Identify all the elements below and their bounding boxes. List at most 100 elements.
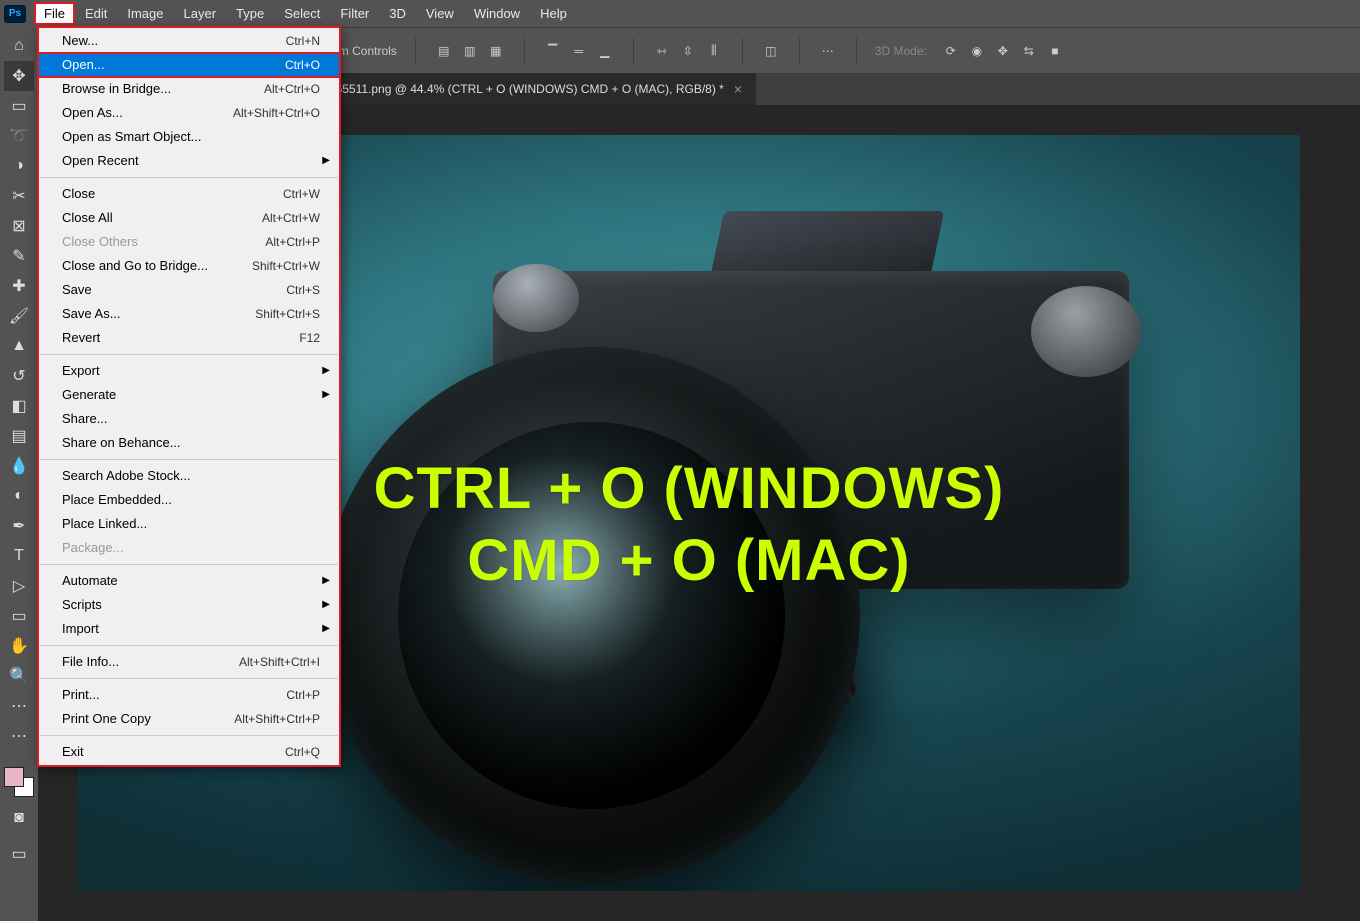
menu-item-automate[interactable]: Automate▶	[38, 569, 340, 593]
distribute-h-icon[interactable]: ⇿	[652, 41, 672, 61]
menu-item-browse-in-bridge[interactable]: Browse in Bridge...Alt+Ctrl+O	[38, 77, 340, 101]
menu-filter[interactable]: Filter	[330, 2, 379, 25]
3d-slide-icon[interactable]: ⇆	[1019, 41, 1039, 61]
menu-edit[interactable]: Edit	[75, 2, 117, 25]
menu-item-revert[interactable]: RevertF12	[38, 326, 340, 350]
menu-item-label: Open Recent	[62, 152, 139, 170]
edit-toolbar-icon[interactable]: ⋯	[4, 721, 34, 751]
menu-item-label: Print...	[62, 686, 100, 704]
menu-item-new[interactable]: New...Ctrl+N	[38, 29, 340, 53]
menu-window[interactable]: Window	[464, 2, 530, 25]
eraser-tool-icon[interactable]: ◧	[4, 391, 34, 421]
gradient-tool-icon[interactable]: ▤	[4, 421, 34, 451]
menu-item-open-recent[interactable]: Open Recent▶	[38, 149, 340, 173]
history-brush-tool-icon[interactable]: ↺	[4, 361, 34, 391]
menu-type[interactable]: Type	[226, 2, 274, 25]
align-bottom-icon[interactable]: ▁	[595, 41, 615, 61]
align-left-icon[interactable]: ▤	[434, 41, 454, 61]
menu-image[interactable]: Image	[117, 2, 173, 25]
align-center-h-icon[interactable]: ▥	[460, 41, 480, 61]
menu-item-search-adobe-stock[interactable]: Search Adobe Stock...	[38, 464, 340, 488]
menu-item-exit[interactable]: ExitCtrl+Q	[38, 740, 340, 764]
eyedropper-tool-icon[interactable]: ✎	[4, 241, 34, 271]
3d-roll-icon[interactable]: ◉	[967, 41, 987, 61]
menu-help[interactable]: Help	[530, 2, 577, 25]
brush-tool-icon[interactable]: 🖌	[4, 301, 34, 331]
align-top-icon[interactable]: ▔	[543, 41, 563, 61]
rectangle-tool-icon[interactable]: ▭	[4, 601, 34, 631]
crop-tool-icon[interactable]: ✂	[4, 181, 34, 211]
zoom-tool-icon[interactable]: 🔍	[4, 661, 34, 691]
menu-item-open-as[interactable]: Open As...Alt+Shift+Ctrl+O	[38, 101, 340, 125]
3d-zoom-icon[interactable]: ■	[1045, 41, 1065, 61]
type-tool-icon[interactable]: T	[4, 541, 34, 571]
menu-item-save-as[interactable]: Save As...Shift+Ctrl+S	[38, 302, 340, 326]
path-select-tool-icon[interactable]: ▷	[4, 571, 34, 601]
align-to-icon[interactable]: ◫	[761, 41, 781, 61]
menu-file[interactable]: File	[34, 2, 75, 25]
menu-item-label: Generate	[62, 386, 116, 404]
menu-item-shortcut: Ctrl+Q	[285, 743, 320, 761]
menu-view[interactable]: View	[416, 2, 464, 25]
foreground-swatch[interactable]	[4, 767, 24, 787]
menu-item-export[interactable]: Export▶	[38, 359, 340, 383]
menu-item-label: Revert	[62, 329, 100, 347]
quick-mask-icon[interactable]: ◙	[4, 803, 34, 833]
3d-mode-label: 3D Mode:	[875, 44, 927, 58]
menu-item-close-all[interactable]: Close AllAlt+Ctrl+W	[38, 206, 340, 230]
home-icon[interactable]: ⌂	[4, 31, 34, 61]
move-tool-icon[interactable]: ✥	[4, 61, 34, 91]
menu-item-open-as-smart-object[interactable]: Open as Smart Object...	[38, 125, 340, 149]
menu-item-shortcut: Ctrl+P	[286, 686, 320, 704]
align-right-icon[interactable]: ▦	[486, 41, 506, 61]
hand-tool-icon[interactable]: ✋	[4, 631, 34, 661]
menu-layer[interactable]: Layer	[174, 2, 227, 25]
blur-tool-icon[interactable]: 💧	[4, 451, 34, 481]
distribute-spacing-icon[interactable]: ⫼	[704, 41, 724, 61]
menu-item-import[interactable]: Import▶	[38, 617, 340, 641]
menu-item-print[interactable]: Print... Ctrl+P	[38, 683, 340, 707]
menu-item-place-embedded[interactable]: Place Embedded...	[38, 488, 340, 512]
menu-3d[interactable]: 3D	[379, 2, 416, 25]
menu-item-label: Automate	[62, 572, 118, 590]
menu-item-share[interactable]: Share...	[38, 407, 340, 431]
marquee-tool-icon[interactable]: ▭	[4, 91, 34, 121]
menu-item-generate[interactable]: Generate▶	[38, 383, 340, 407]
menu-item-shortcut: Alt+Shift+Ctrl+I	[239, 653, 320, 671]
menu-item-place-linked[interactable]: Place Linked...	[38, 512, 340, 536]
menu-item-close[interactable]: CloseCtrl+W	[38, 182, 340, 206]
3d-orbit-icon[interactable]: ⟳	[941, 41, 961, 61]
menu-item-close-and-go-to-bridge[interactable]: Close and Go to Bridge...Shift+Ctrl+W	[38, 254, 340, 278]
menu-item-print-one-copy[interactable]: Print One CopyAlt+Shift+Ctrl+P	[38, 707, 340, 731]
distribute-v-icon[interactable]: ⇳	[678, 41, 698, 61]
screen-mode-icon[interactable]: ▭	[4, 839, 34, 869]
3d-pan-icon[interactable]: ✥	[993, 41, 1013, 61]
menu-item-file-info[interactable]: File Info...Alt+Shift+Ctrl+I	[38, 650, 340, 674]
more-tools-icon[interactable]: ⋯	[4, 691, 34, 721]
align-center-v-icon[interactable]: ═	[569, 41, 589, 61]
menu-select[interactable]: Select	[274, 2, 330, 25]
color-swatches[interactable]	[4, 767, 34, 797]
close-tab-icon[interactable]: ×	[734, 81, 742, 97]
menu-item-open[interactable]: Open...Ctrl+O	[38, 53, 340, 77]
menu-item-label: Import	[62, 620, 99, 638]
dodge-tool-icon[interactable]: ◐	[4, 481, 34, 511]
pen-tool-icon[interactable]: ✒	[4, 511, 34, 541]
menu-item-share-on-behance[interactable]: Share on Behance...	[38, 431, 340, 455]
menu-item-save[interactable]: SaveCtrl+S	[38, 278, 340, 302]
stamp-tool-icon[interactable]: ▲	[4, 331, 34, 361]
menu-item-shortcut: Alt+Shift+Ctrl+P	[234, 710, 320, 728]
frame-tool-icon[interactable]: ⊠	[4, 211, 34, 241]
lasso-tool-icon[interactable]: ➰	[4, 121, 34, 151]
more-options-icon[interactable]: ⋯	[818, 41, 838, 61]
menu-item-shortcut: Alt+Ctrl+P	[265, 233, 320, 251]
menu-separator	[40, 564, 338, 565]
healing-brush-tool-icon[interactable]: ✚	[4, 271, 34, 301]
menu-item-shortcut: Alt+Ctrl+W	[262, 209, 320, 227]
menu-item-scripts[interactable]: Scripts▶	[38, 593, 340, 617]
quick-select-tool-icon[interactable]: ◑	[4, 151, 34, 181]
camera-dial-left	[493, 264, 579, 332]
menu-item-label: Open As...	[62, 104, 123, 122]
menu-item-shortcut: Ctrl+S	[286, 281, 320, 299]
menu-item-shortcut: Shift+Ctrl+S	[255, 305, 320, 323]
